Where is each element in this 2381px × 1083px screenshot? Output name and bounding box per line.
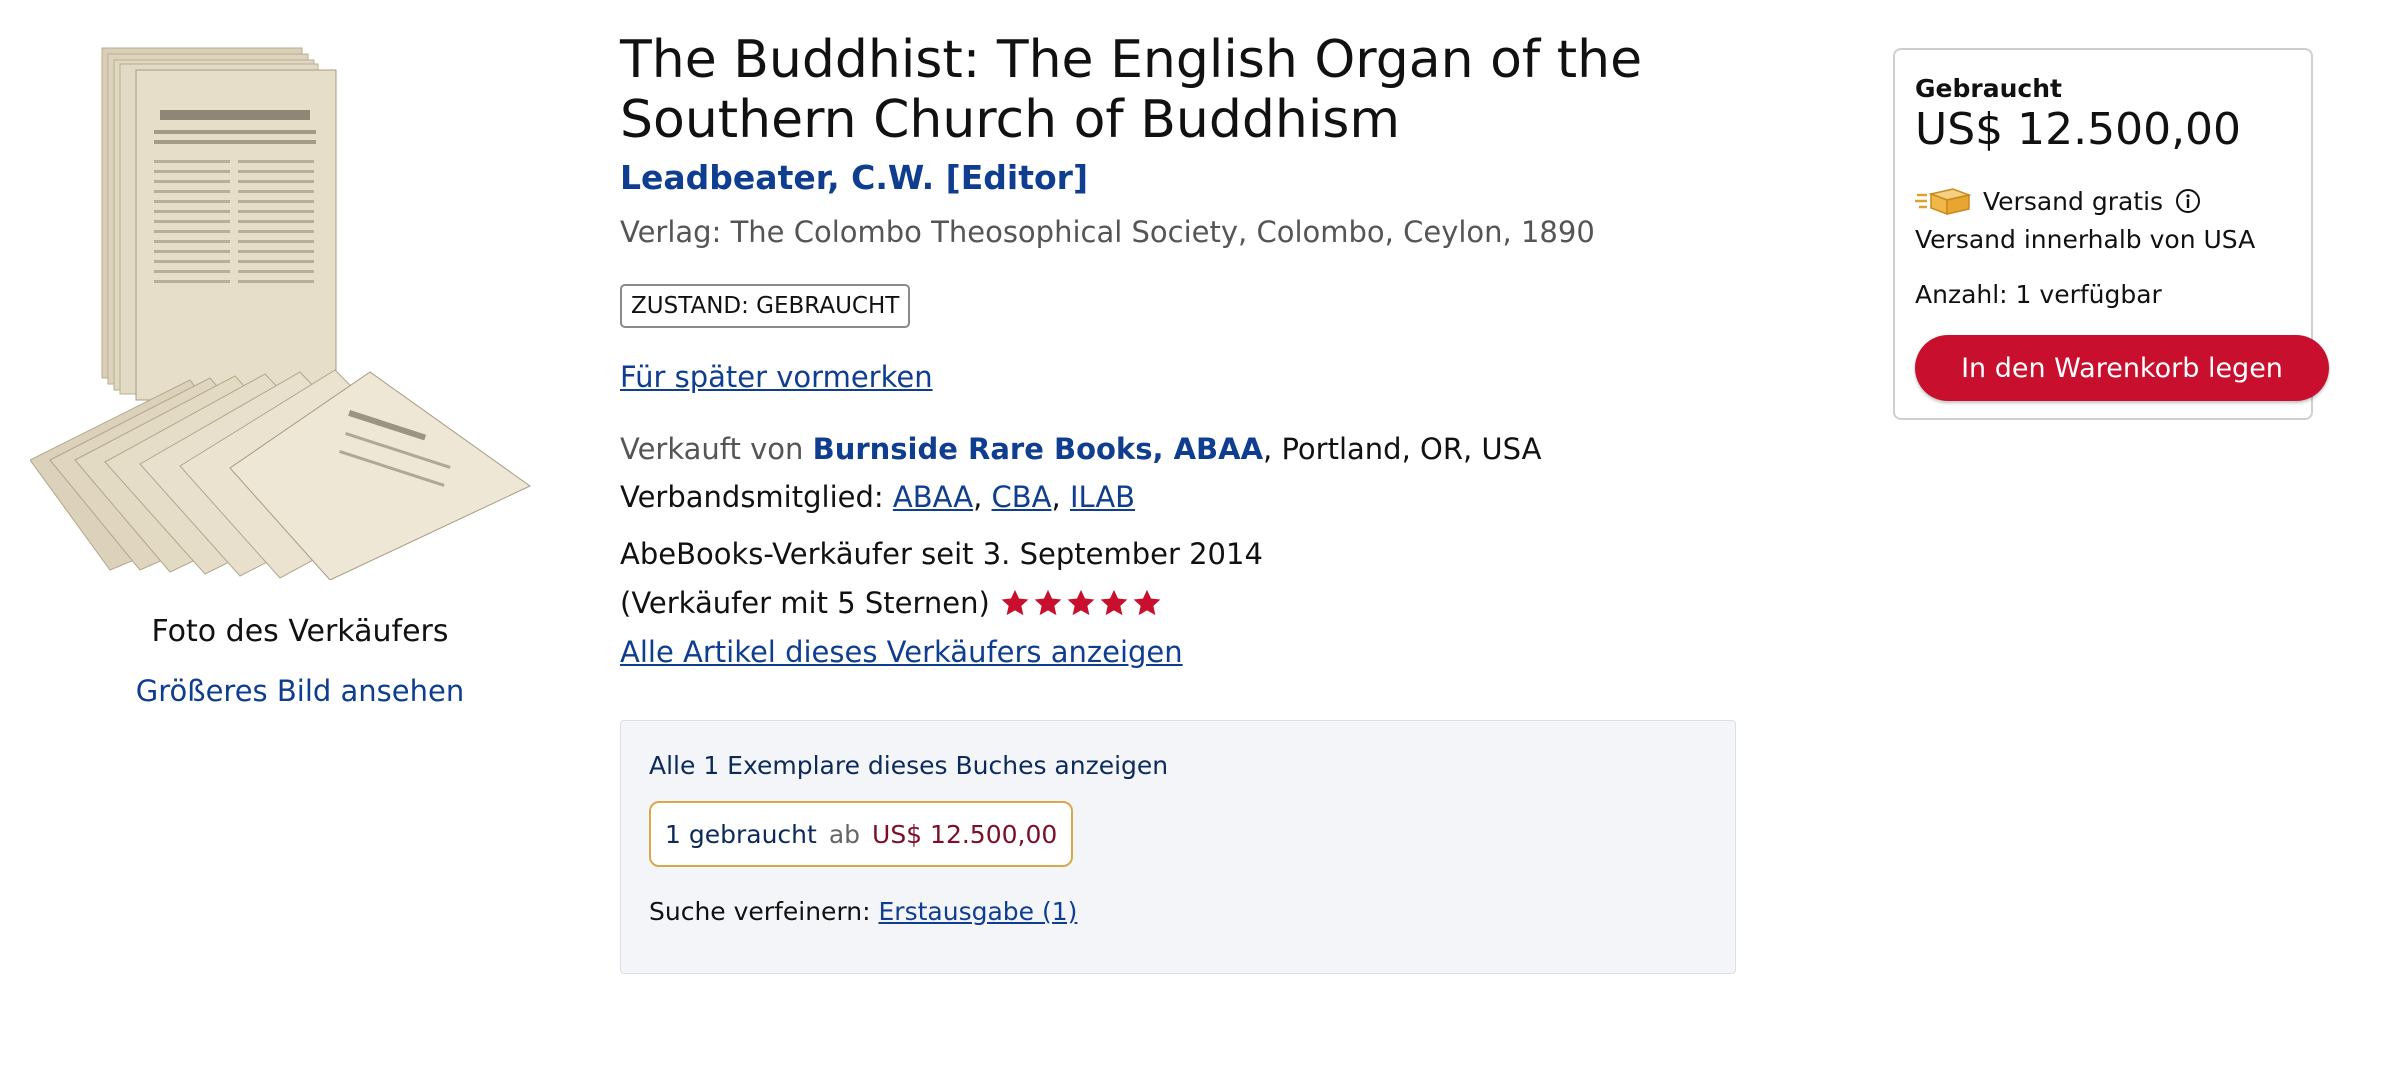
association-line: Verbandsmitglied: ABAA, CBA, ILAB (620, 480, 1136, 514)
association-link-abaa[interactable]: ABAA (893, 480, 973, 514)
star-icon (1133, 589, 1161, 616)
star-icon (1001, 589, 1029, 616)
sold-by-label: Verkauft von (620, 432, 804, 466)
chip-price: US$ 12.500,00 (872, 819, 1058, 849)
buy-condition: Gebraucht (1915, 74, 2062, 103)
fanned-pamphlets (30, 369, 531, 580)
copies-box: Alle 1 Exemplare dieses Buches anzeigen … (620, 720, 1736, 974)
star-rating (1000, 588, 1162, 618)
shipping-label: Versand gratis (1983, 186, 2164, 216)
add-to-cart-button[interactable]: In den Warenkorb legen (1915, 335, 2329, 401)
star-icon (1067, 589, 1095, 616)
rating-text: (Verkäufer mit 5 Sternen) (620, 586, 990, 620)
seller-rating: (Verkäufer mit 5 Sternen) (620, 586, 1162, 620)
larger-image-link[interactable]: Größeres Bild ansehen (0, 674, 600, 708)
chip-from-label: ab (828, 819, 861, 849)
star-icon (1034, 589, 1062, 616)
association-link-ilab[interactable]: ILAB (1070, 480, 1135, 514)
seller-since: AbeBooks-Verkäufer seit 3. September 201… (620, 537, 1263, 571)
seller-line: Verkauft von Burnside Rare Books, ABAA, … (620, 432, 1541, 466)
publisher-line: Verlag: The Colombo Theosophical Society… (620, 215, 1595, 249)
photo-caption: Foto des Verkäufers (151, 614, 449, 649)
buy-box: Gebraucht US$ 12.500,00 Versand gratis V… (1893, 48, 2329, 420)
association-label: Verbandsmitglied: (620, 480, 884, 514)
star-icon (1100, 589, 1128, 616)
association-link-cba[interactable]: CBA (992, 480, 1052, 514)
quantity-available: Anzahl: 1 verfügbar (1915, 280, 2162, 309)
used-copies-chip[interactable]: 1 gebraucht ab US$ 12.500,00 (649, 801, 1074, 867)
condition-badge: ZUSTAND: GEBRAUCHT (620, 284, 911, 328)
copies-heading[interactable]: Alle 1 Exemplare dieses Buches anzeigen (649, 751, 1168, 780)
book-title: The Buddhist: The English Organ of the S… (620, 30, 1643, 150)
buy-price: US$ 12.500,00 (1915, 104, 2242, 155)
book-photo[interactable] (30, 40, 560, 580)
chip-used-count: 1 gebraucht (665, 819, 817, 849)
truck-icon (1915, 188, 1971, 216)
info-icon[interactable] (2175, 188, 2201, 214)
refine-line: Suche verfeinern: Erstausgabe (1) (649, 897, 1077, 926)
watchlist-link[interactable]: Für später vormerken (620, 360, 933, 394)
all-items-link[interactable]: Alle Artikel dieses Verkäufers anzeigen (620, 635, 1183, 669)
first-edition-filter-link[interactable]: Erstausgabe (1) (879, 897, 1078, 926)
shipping-row: Versand gratis (1915, 186, 2201, 216)
refine-label: Suche verfeinern: (649, 897, 871, 926)
shipping-region: Versand innerhalb von USA (1915, 225, 2256, 254)
seller-name-link[interactable]: Burnside Rare Books, ABAA (813, 432, 1263, 466)
pamphlet-stack (101, 47, 337, 401)
author-link[interactable]: Leadbeater, C.W. [Editor] (620, 158, 1088, 197)
image-column: Foto des Verkäufers Größeres Bild ansehe… (0, 0, 600, 760)
seller-location: , Portland, OR, USA (1263, 432, 1542, 466)
